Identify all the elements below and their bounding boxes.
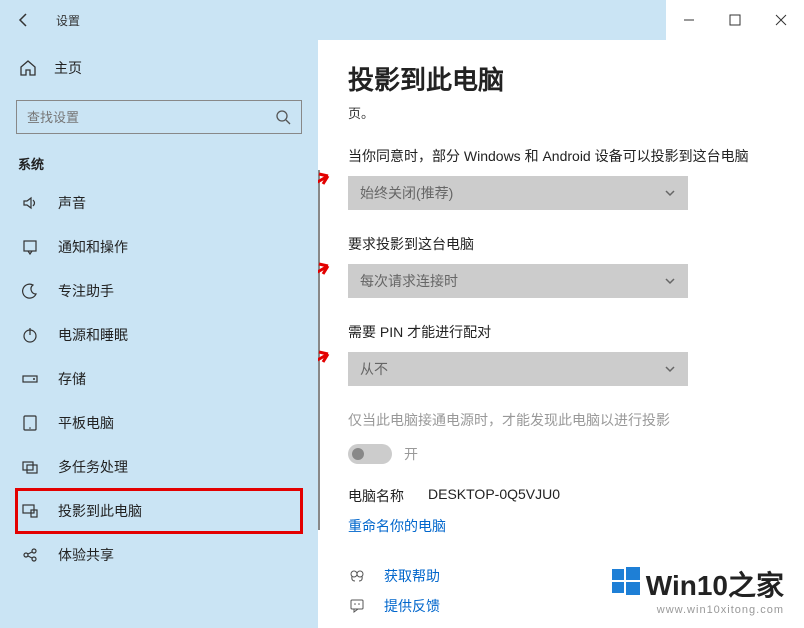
toggle-power-only[interactable] <box>348 444 392 464</box>
sidebar-item-tablet[interactable]: 平板电脑 <box>16 401 302 445</box>
tablet-icon <box>18 414 42 432</box>
setting-label-pin: 需要 PIN 才能进行配对 <box>348 322 774 342</box>
storage-icon <box>18 370 42 388</box>
section-header: 系统 <box>18 154 302 173</box>
share-icon <box>18 546 42 564</box>
chevron-down-icon <box>664 187 676 199</box>
window-title: 设置 <box>56 12 80 29</box>
dropdown-consent[interactable]: 始终关闭(推荐) <box>348 176 688 210</box>
sidebar-item-sound[interactable]: 声音 <box>16 181 302 225</box>
annotation-arrow <box>318 168 333 198</box>
sidebar-item-power[interactable]: 电源和睡眠 <box>16 313 302 357</box>
maximize-button[interactable] <box>712 0 758 40</box>
sidebar: 主页 系统 声音 通知和操作 专注助手 电源和睡眠 存储 平板电脑 <box>0 40 318 628</box>
close-button[interactable] <box>758 0 804 40</box>
search-input[interactable] <box>27 110 275 125</box>
windows-logo-icon <box>612 567 640 595</box>
chevron-down-icon <box>664 275 676 287</box>
sidebar-item-shared[interactable]: 体验共享 <box>16 533 302 577</box>
multitask-icon <box>18 458 42 476</box>
dropdown-ask[interactable]: 每次请求连接时 <box>348 264 688 298</box>
sidebar-item-projecting[interactable]: 投影到此电脑 <box>16 489 302 533</box>
home-icon <box>16 59 40 77</box>
scroll-indicator[interactable] <box>318 170 320 530</box>
page-subtitle: 页。 <box>348 103 774 122</box>
power-icon <box>18 326 42 344</box>
sidebar-item-notifications[interactable]: 通知和操作 <box>16 225 302 269</box>
pc-name-value: DESKTOP-0Q5VJU0 <box>428 486 560 506</box>
back-button[interactable] <box>0 0 48 40</box>
dropdown-pin[interactable]: 从不 <box>348 352 688 386</box>
content-area: 投影到此电脑 页。 当你同意时，部分 Windows 和 Android 设备可… <box>318 40 804 628</box>
annotation-arrow <box>318 346 333 376</box>
minimize-button[interactable] <box>666 0 712 40</box>
sidebar-item-focus[interactable]: 专注助手 <box>16 269 302 313</box>
help-icon <box>348 567 372 585</box>
setting-label-ask: 要求投影到这台电脑 <box>348 234 774 254</box>
home-nav[interactable]: 主页 <box>16 48 302 88</box>
toggle-state-label: 开 <box>404 444 418 464</box>
project-icon <box>18 502 42 520</box>
search-input-wrapper[interactable] <box>16 100 302 134</box>
chevron-down-icon <box>664 363 676 375</box>
page-title: 投影到此电脑 <box>348 60 774 97</box>
moon-icon <box>18 282 42 300</box>
setting-label-consent: 当你同意时，部分 Windows 和 Android 设备可以投影到这台电脑 <box>348 146 774 166</box>
sidebar-item-multitask[interactable]: 多任务处理 <box>16 445 302 489</box>
sidebar-item-storage[interactable]: 存储 <box>16 357 302 401</box>
watermark: Win10之家 www.win10xitong.com <box>612 564 784 616</box>
pc-name-label: 电脑名称 <box>348 486 428 506</box>
search-icon <box>275 109 291 125</box>
setting-label-power-only: 仅当此电脑接通电源时，才能发现此电脑以进行投影 <box>348 410 774 430</box>
annotation-arrow <box>318 258 333 288</box>
home-label: 主页 <box>54 58 82 78</box>
notification-icon <box>18 238 42 256</box>
feedback-icon <box>348 597 372 615</box>
rename-link[interactable]: 重命名你的电脑 <box>348 516 774 536</box>
sound-icon <box>18 194 42 212</box>
